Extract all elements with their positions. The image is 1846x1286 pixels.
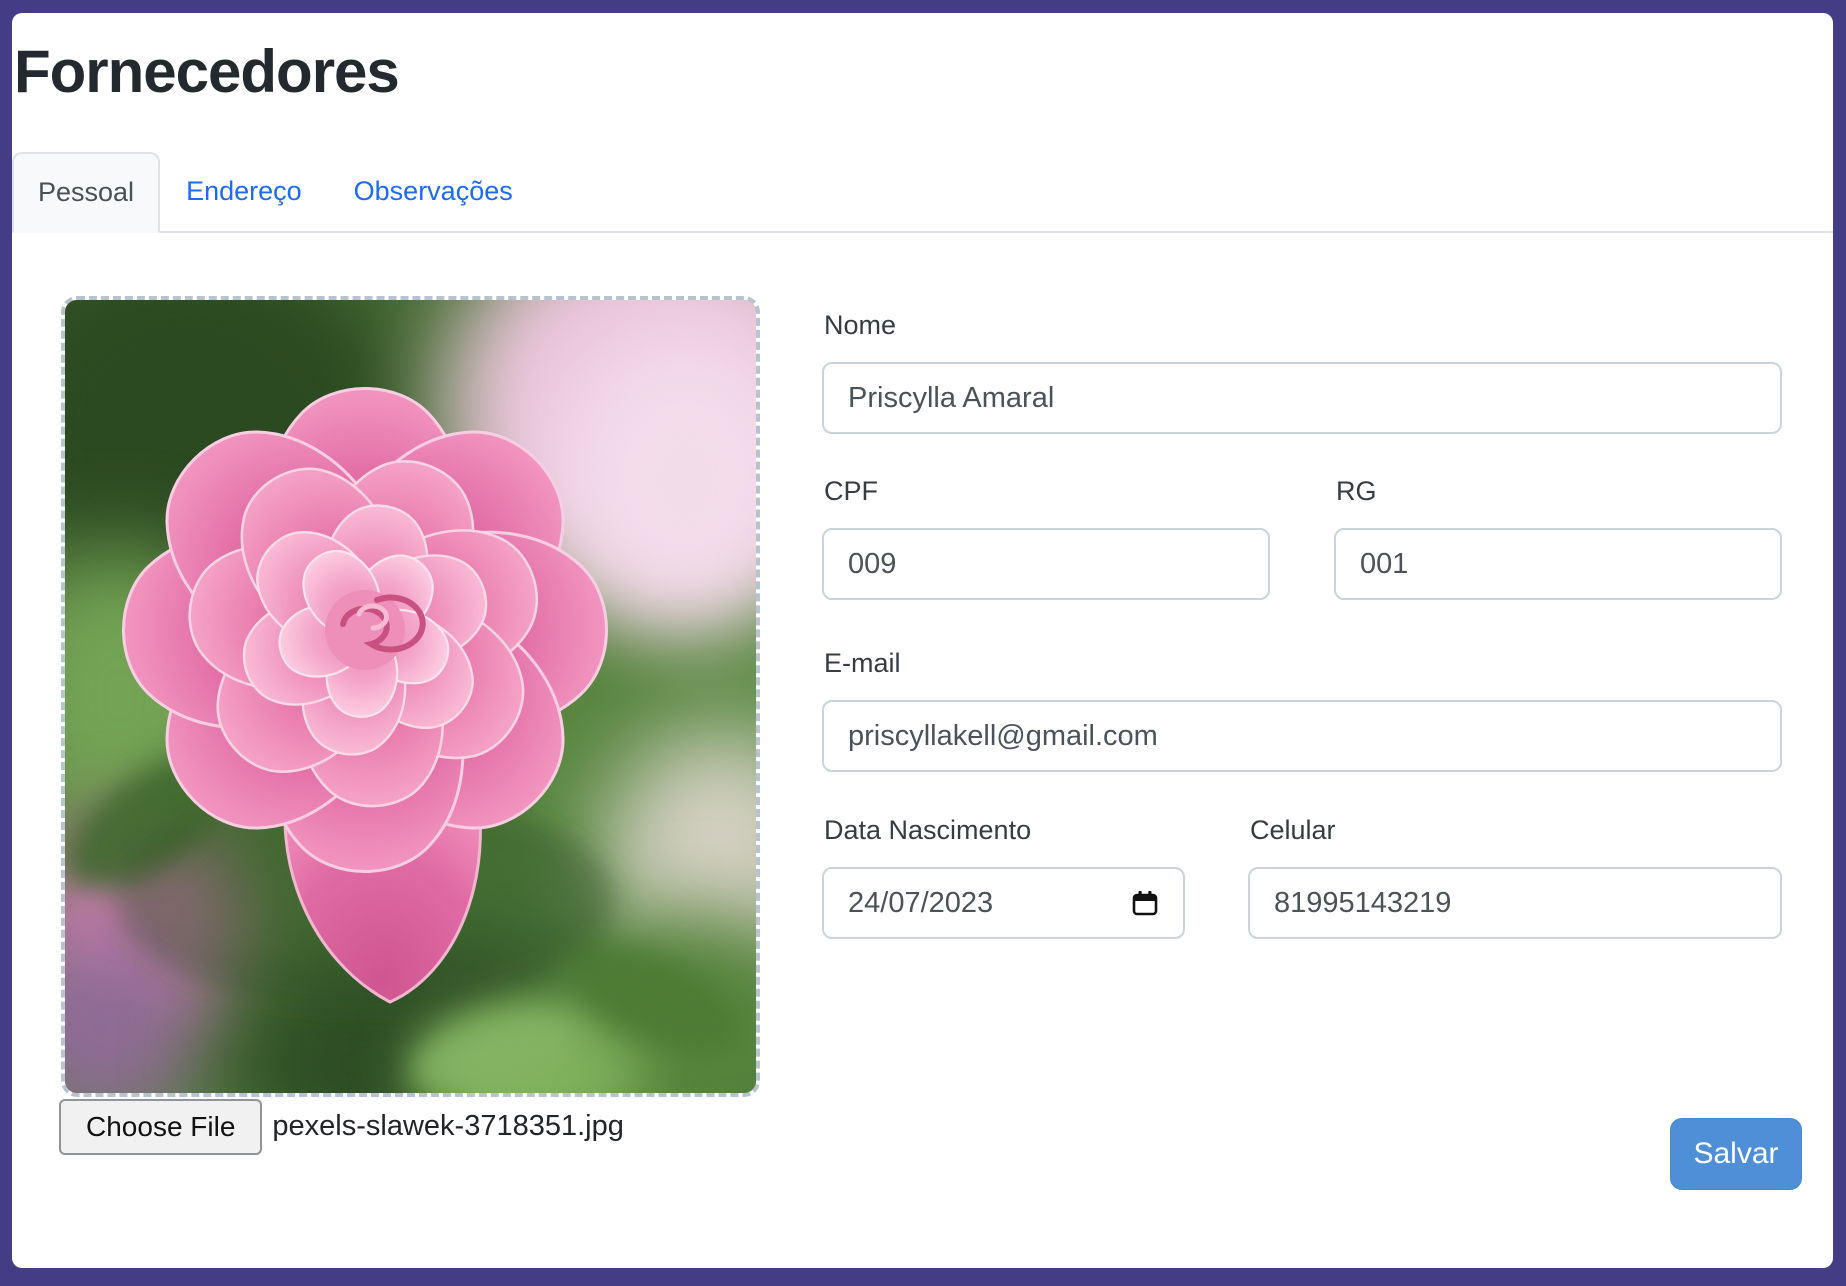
cpf-field: CPF: [822, 434, 1270, 600]
data-celular-row: Data Nascimento Celular: [822, 772, 1782, 939]
fornecedores-card: Fornecedores Pessoal Endereço Observaçõe…: [12, 13, 1833, 1268]
cpf-rg-row: CPF RG: [822, 434, 1782, 600]
calendar-icon[interactable]: [1131, 889, 1159, 917]
nome-input[interactable]: [822, 362, 1782, 434]
photo-dropzone: [61, 296, 760, 1097]
email-input[interactable]: [822, 700, 1782, 772]
photo-file-input: Choose File pexels-slawek-3718351.jpg: [59, 1098, 624, 1155]
celular-input[interactable]: [1248, 867, 1782, 939]
celular-field: Celular: [1248, 772, 1782, 939]
rose-photo-preview: [65, 300, 756, 1093]
cpf-input[interactable]: [822, 528, 1270, 600]
rose-illustration: [65, 300, 756, 1093]
data-nascimento-label: Data Nascimento: [824, 814, 1185, 847]
rg-input[interactable]: [1334, 528, 1782, 600]
page-title: Fornecedores: [14, 35, 1833, 109]
rg-field: RG: [1334, 434, 1782, 600]
tab-bar: Pessoal Endereço Observações: [12, 152, 1833, 233]
selected-file-name: pexels-slawek-3718351.jpg: [272, 1110, 623, 1143]
nome-label: Nome: [824, 309, 1782, 342]
choose-file-button[interactable]: Choose File: [59, 1099, 262, 1155]
tab-endereco[interactable]: Endereço: [160, 152, 328, 231]
rg-label: RG: [1336, 475, 1782, 508]
tab-pessoal[interactable]: Pessoal: [12, 152, 160, 233]
tab-observacoes[interactable]: Observações: [328, 152, 539, 231]
cpf-label: CPF: [824, 475, 1270, 508]
email-label: E-mail: [824, 647, 1782, 680]
celular-label: Celular: [1250, 814, 1782, 847]
data-nascimento-field: Data Nascimento: [822, 772, 1185, 939]
pessoal-form: Nome CPF RG E-mail Data Nascimento: [822, 309, 1782, 939]
save-button[interactable]: Salvar: [1670, 1118, 1802, 1190]
